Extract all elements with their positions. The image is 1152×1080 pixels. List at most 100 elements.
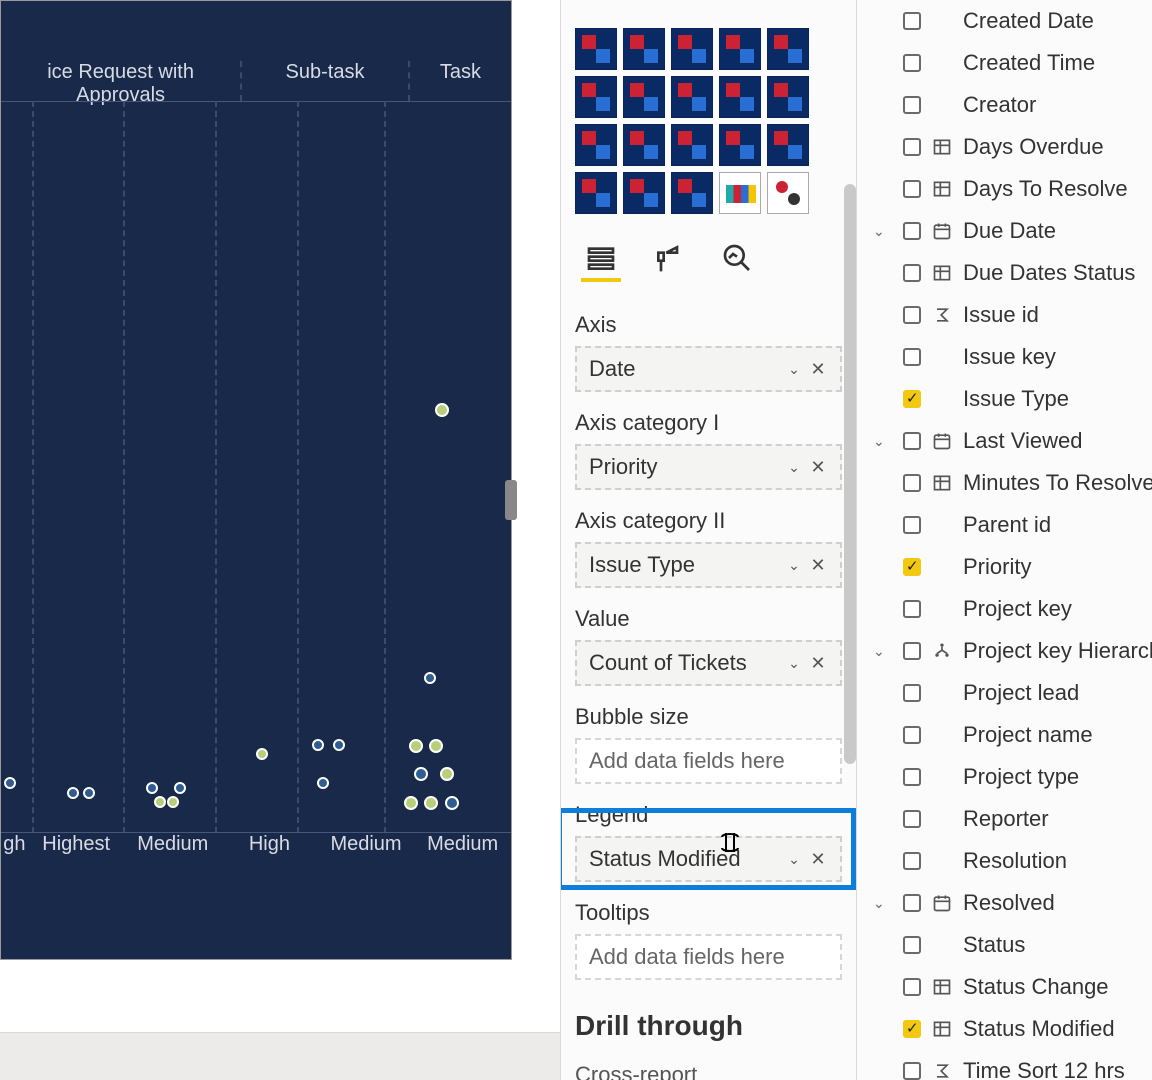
field-checkbox[interactable]	[903, 642, 921, 660]
field-checkbox[interactable]	[903, 222, 921, 240]
field-row[interactable]: Status Modified	[861, 1008, 1152, 1050]
field-checkbox[interactable]	[903, 810, 921, 828]
page-tab-strip[interactable]	[0, 1032, 560, 1080]
field-checkbox[interactable]	[903, 264, 921, 282]
expand-chevron-icon[interactable]: ⌄	[873, 643, 893, 660]
viz-type-thumb[interactable]	[767, 172, 809, 214]
field-checkbox[interactable]	[903, 978, 921, 996]
expand-chevron-icon[interactable]: ⌄	[873, 433, 893, 450]
field-checkbox[interactable]	[903, 96, 921, 114]
well-value-field[interactable]: Count of Tickets ⌄ ✕	[575, 640, 842, 686]
well-axis-cat1[interactable]: Priority ⌄ ✕	[575, 444, 842, 490]
field-row[interactable]: Issue id	[861, 294, 1152, 336]
field-checkbox[interactable]	[903, 684, 921, 702]
field-checkbox[interactable]	[903, 474, 921, 492]
report-canvas[interactable]: ice Request with Approvals Sub-task Task	[0, 0, 560, 1080]
chevron-down-icon[interactable]: ⌄	[784, 557, 804, 574]
field-checkbox[interactable]	[903, 600, 921, 618]
viz-type-thumb[interactable]	[719, 76, 761, 118]
remove-field-icon[interactable]: ✕	[808, 457, 828, 478]
field-row[interactable]: Issue Type	[861, 378, 1152, 420]
field-checkbox[interactable]	[903, 1062, 921, 1080]
viz-type-thumb[interactable]	[575, 76, 617, 118]
viz-type-thumb[interactable]	[719, 172, 761, 214]
field-checkbox[interactable]	[903, 768, 921, 786]
field-row[interactable]: Project name	[861, 714, 1152, 756]
viz-type-thumb[interactable]	[719, 28, 761, 70]
field-checkbox[interactable]	[903, 516, 921, 534]
chevron-down-icon[interactable]: ⌄	[784, 851, 804, 868]
field-row[interactable]: Days To Resolve	[861, 168, 1152, 210]
field-row[interactable]: ⌄Due Date	[861, 210, 1152, 252]
field-row[interactable]: Parent id	[861, 504, 1152, 546]
chevron-down-icon[interactable]: ⌄	[784, 655, 804, 672]
field-row[interactable]: Status Change	[861, 966, 1152, 1008]
field-row[interactable]: Created Date	[861, 0, 1152, 42]
field-row[interactable]: ⌄Project key Hierarchy	[861, 630, 1152, 672]
chart-visual[interactable]: ice Request with Approvals Sub-task Task	[0, 0, 512, 960]
analytics-tab-icon[interactable]	[717, 238, 757, 278]
field-checkbox[interactable]	[903, 1020, 921, 1038]
field-checkbox[interactable]	[903, 306, 921, 324]
field-checkbox[interactable]	[903, 390, 921, 408]
well-tooltips[interactable]: Add data fields here	[575, 934, 842, 980]
field-row[interactable]: Creator	[861, 84, 1152, 126]
field-checkbox[interactable]	[903, 558, 921, 576]
expand-chevron-icon[interactable]: ⌄	[873, 223, 893, 240]
field-checkbox[interactable]	[903, 348, 921, 366]
viz-type-thumb[interactable]	[671, 76, 713, 118]
field-row[interactable]: ⌄Last Viewed	[861, 420, 1152, 462]
field-row[interactable]: Project type	[861, 756, 1152, 798]
field-row[interactable]: Time Sort 12 hrs	[861, 1050, 1152, 1080]
remove-field-icon[interactable]: ✕	[808, 359, 828, 380]
well-axis[interactable]: Date ⌄ ✕	[575, 346, 842, 392]
chevron-down-icon[interactable]: ⌄	[784, 459, 804, 476]
field-checkbox[interactable]	[903, 12, 921, 30]
scrollbar-thumb[interactable]	[844, 184, 856, 764]
expand-chevron-icon[interactable]: ⌄	[873, 895, 893, 912]
field-row[interactable]: Reporter	[861, 798, 1152, 840]
viz-type-thumb[interactable]	[719, 124, 761, 166]
scrollbar[interactable]	[844, 184, 856, 1080]
viz-type-thumb[interactable]	[575, 28, 617, 70]
well-bubble[interactable]: Add data fields here	[575, 738, 842, 784]
well-legend[interactable]: Status Modified ⌄ ✕	[575, 836, 842, 882]
field-row[interactable]: Priority	[861, 546, 1152, 588]
field-row[interactable]: Status	[861, 924, 1152, 966]
fields-tab-icon[interactable]	[581, 238, 621, 278]
remove-field-icon[interactable]: ✕	[808, 555, 828, 576]
remove-field-icon[interactable]: ✕	[808, 849, 828, 870]
field-row[interactable]: Created Time	[861, 42, 1152, 84]
field-checkbox[interactable]	[903, 726, 921, 744]
field-checkbox[interactable]	[903, 180, 921, 198]
field-row[interactable]: Project key	[861, 588, 1152, 630]
viz-type-thumb[interactable]	[767, 76, 809, 118]
field-row[interactable]: Minutes To Resolve	[861, 462, 1152, 504]
viz-type-thumb[interactable]	[671, 124, 713, 166]
viz-type-thumb[interactable]	[623, 76, 665, 118]
remove-field-icon[interactable]: ✕	[808, 653, 828, 674]
field-checkbox[interactable]	[903, 432, 921, 450]
viz-type-thumb[interactable]	[767, 124, 809, 166]
field-row[interactable]: Days Overdue	[861, 126, 1152, 168]
viz-type-thumb[interactable]	[767, 28, 809, 70]
field-row[interactable]: Project lead	[861, 672, 1152, 714]
field-row[interactable]: Resolution	[861, 840, 1152, 882]
field-row[interactable]: Due Dates Status	[861, 252, 1152, 294]
format-tab-icon[interactable]	[649, 238, 689, 278]
viz-type-thumb[interactable]	[575, 124, 617, 166]
viz-type-thumb[interactable]	[623, 172, 665, 214]
field-checkbox[interactable]	[903, 852, 921, 870]
field-row[interactable]: Issue key	[861, 336, 1152, 378]
viz-type-thumb[interactable]	[623, 124, 665, 166]
field-checkbox[interactable]	[903, 936, 921, 954]
well-axis-cat2[interactable]: Issue Type ⌄ ✕	[575, 542, 842, 588]
field-checkbox[interactable]	[903, 138, 921, 156]
field-checkbox[interactable]	[903, 894, 921, 912]
viz-type-thumb[interactable]	[623, 28, 665, 70]
chevron-down-icon[interactable]: ⌄	[784, 361, 804, 378]
field-row[interactable]: ⌄Resolved	[861, 882, 1152, 924]
viz-type-thumb[interactable]	[575, 172, 617, 214]
field-checkbox[interactable]	[903, 54, 921, 72]
viz-type-thumb[interactable]	[671, 172, 713, 214]
